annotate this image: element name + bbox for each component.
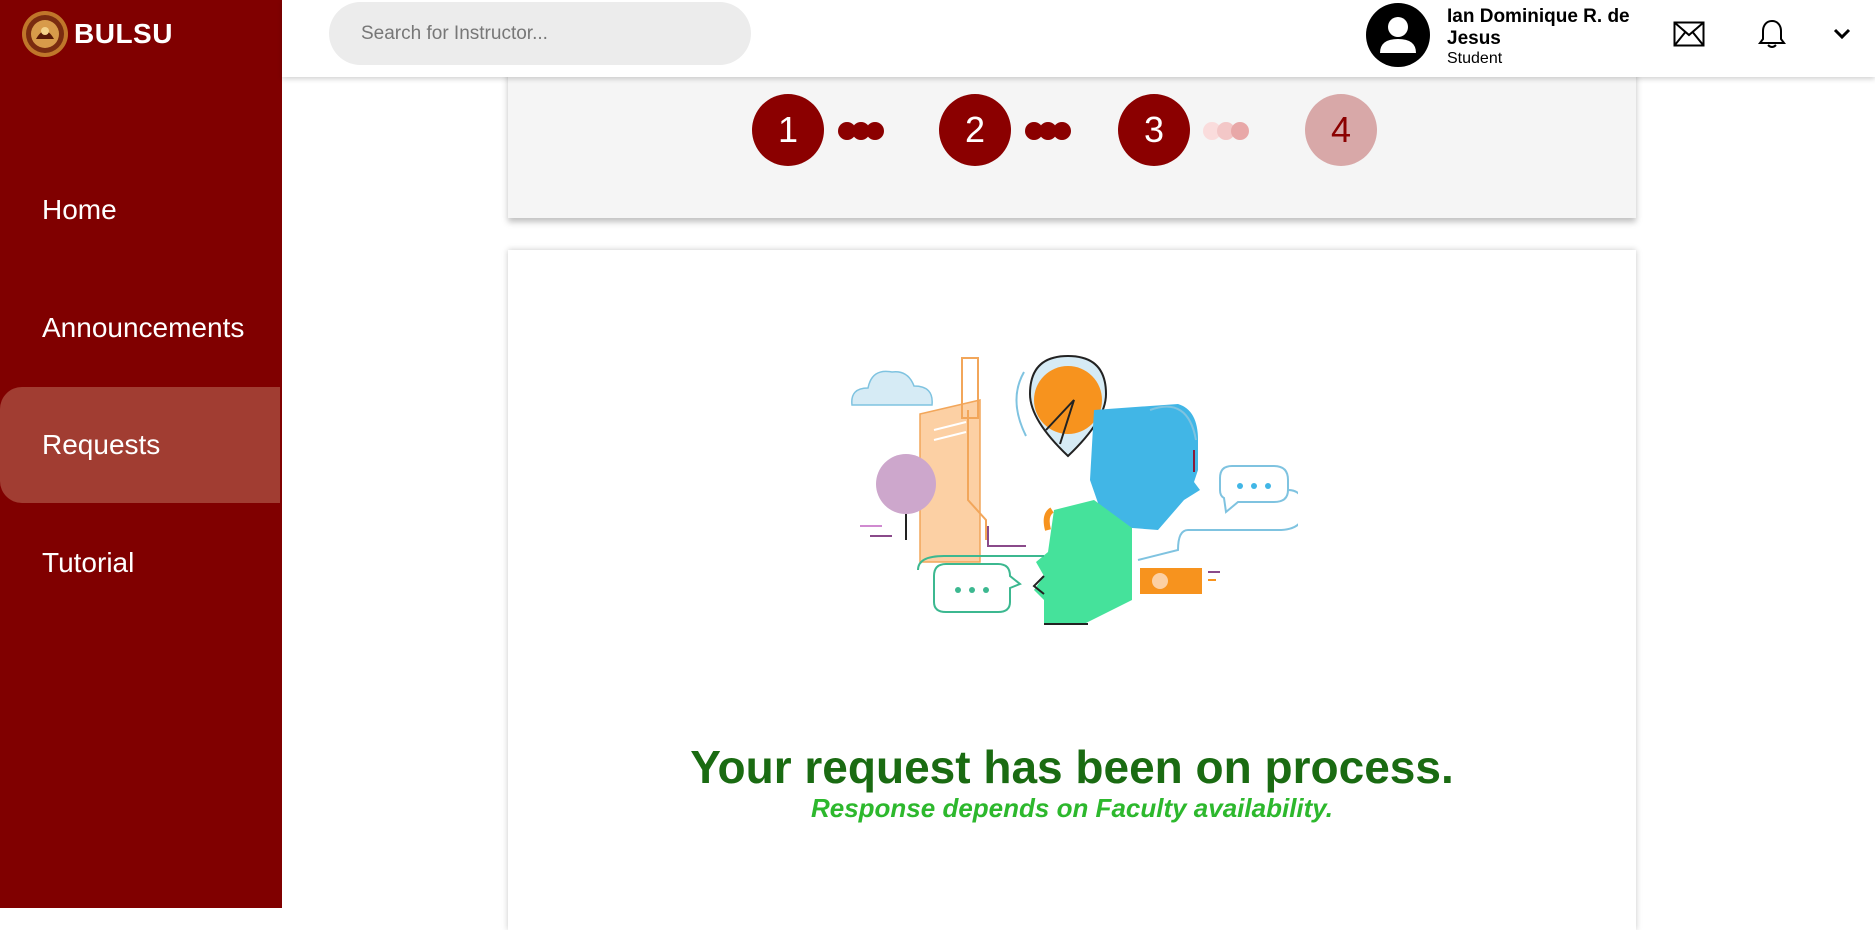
- status-subtitle: Response depends on Faculty availability…: [810, 793, 1334, 823]
- top-bar: Ian Dominique R. de Jesus Student: [282, 0, 1875, 77]
- user-role: Student: [1447, 50, 1503, 67]
- sidebar-item-label: Announcements: [42, 312, 245, 343]
- sidebar-item-requests[interactable]: Requests: [0, 387, 280, 503]
- sidebar: BULSU Home Announcements Requests Tutori…: [0, 0, 282, 908]
- chevron-down-icon[interactable]: [1822, 14, 1862, 54]
- progress-stepper: 1 2 3 4: [508, 60, 1636, 218]
- step-4: 4: [1305, 94, 1377, 166]
- brand-name: BULSU: [74, 18, 173, 49]
- step-connector-dots: [1025, 122, 1071, 140]
- step-2: 2: [939, 94, 1011, 166]
- request-status-card: Your request has been on process. Respon…: [508, 250, 1636, 930]
- bell-icon[interactable]: [1752, 14, 1792, 54]
- university-seal-icon: [22, 11, 68, 57]
- step-connector-dots: [1203, 122, 1249, 140]
- sidebar-item-home[interactable]: Home: [0, 152, 280, 268]
- step-connector-dots: [838, 122, 884, 140]
- sidebar-item-label: Requests: [42, 429, 161, 460]
- user-icon: [1380, 17, 1416, 53]
- brand-logo[interactable]: BULSU: [20, 8, 173, 60]
- step-1: 1: [752, 94, 824, 166]
- search-input[interactable]: [329, 2, 751, 65]
- main-content: 1 2 3 4 Your request has been on process…: [282, 0, 1875, 930]
- status-title: Your request has been on process.: [690, 741, 1454, 793]
- sidebar-item-label: Home: [42, 194, 117, 225]
- sidebar-item-announcements[interactable]: Announcements: [0, 270, 280, 386]
- avatar[interactable]: [1366, 3, 1430, 67]
- sidebar-item-tutorial[interactable]: Tutorial: [0, 505, 280, 621]
- mail-icon[interactable]: [1669, 14, 1709, 54]
- sidebar-item-label: Tutorial: [42, 547, 135, 578]
- user-name: Ian Dominique R. de Jesus: [1447, 6, 1630, 49]
- communication-illustration: [851, 354, 1298, 625]
- step-3: 3: [1118, 94, 1190, 166]
